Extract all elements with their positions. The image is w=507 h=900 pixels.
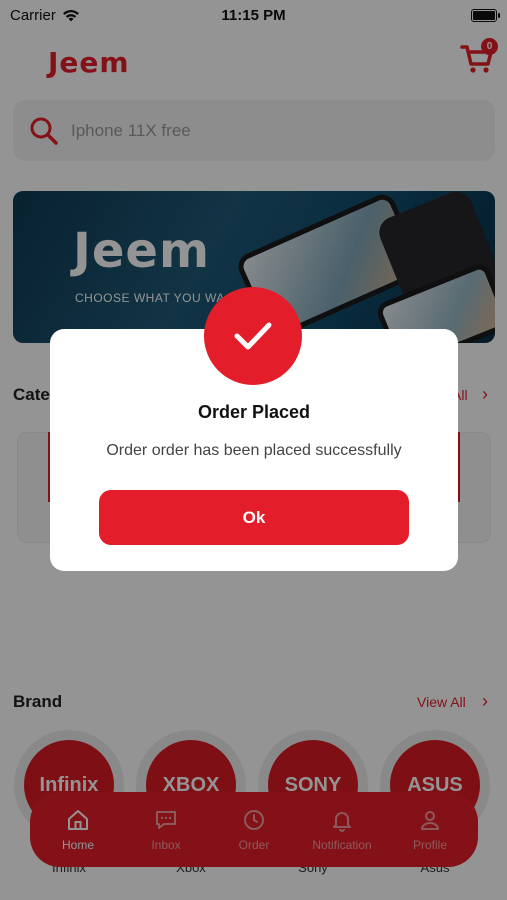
dialog-title: Order Placed [197, 402, 311, 422]
success-badge [204, 287, 302, 385]
ok-button[interactable]: Ok [99, 490, 409, 545]
checkmark-icon [234, 322, 272, 350]
dialog-message: Order order has been placed successfully [106, 442, 402, 459]
